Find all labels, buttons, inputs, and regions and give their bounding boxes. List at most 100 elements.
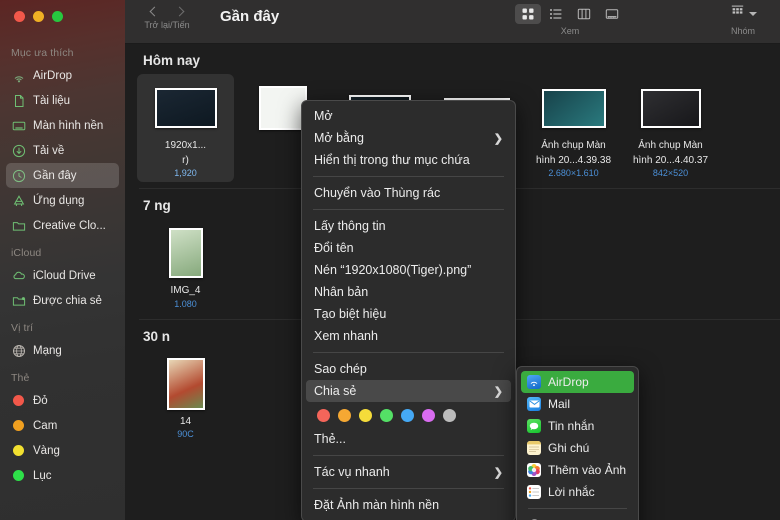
- tag-color-gray[interactable]: [443, 409, 456, 422]
- nav-caption: Trở lại/Tiến: [144, 20, 190, 30]
- tag-dot-icon: [11, 393, 26, 408]
- tag-color-blue[interactable]: [401, 409, 414, 422]
- file-tile[interactable]: 1920x1... r) 1,920: [137, 74, 234, 182]
- tag-dot-icon: [11, 443, 26, 458]
- sidebar-item-recents[interactable]: Gần đây: [6, 163, 119, 188]
- airdrop-app-icon: [527, 375, 541, 389]
- sidebar-tag-green[interactable]: Lục: [6, 463, 119, 488]
- sidebar-item-label: Vàng: [33, 444, 60, 457]
- menu-item-label: Đổi tên: [314, 241, 354, 255]
- menu-item-set-desktop-picture[interactable]: Đặt Ảnh màn hình nền: [306, 494, 511, 516]
- menu-item-tags[interactable]: Thẻ...: [306, 428, 511, 450]
- mail-app-icon: [527, 397, 541, 411]
- share-item-more[interactable]: Thêm...: [521, 514, 634, 520]
- share-item-notes[interactable]: Ghi chú: [521, 437, 634, 459]
- gallery-view-button[interactable]: [599, 4, 625, 24]
- group-caption: Nhóm: [730, 26, 755, 36]
- file-tile[interactable]: 14 90C: [137, 350, 234, 444]
- sidebar-item-label: Được chia sẻ: [33, 294, 102, 307]
- sidebar-item-applications[interactable]: Ứng dụng: [6, 188, 119, 213]
- sidebar-item-network[interactable]: Mạng: [6, 338, 119, 363]
- notes-app-icon: [527, 441, 541, 455]
- menu-item-label: Tạo biệt hiệu: [314, 307, 387, 321]
- sidebar-tag-yellow[interactable]: Vàng: [6, 438, 119, 463]
- tag-color-red[interactable]: [317, 409, 330, 422]
- menu-item-open-with[interactable]: Mở bằng ❯: [306, 127, 511, 149]
- network-globe-icon: [11, 343, 26, 358]
- tag-color-purple[interactable]: [422, 409, 435, 422]
- menu-item-show-in-enclosing-folder[interactable]: Hiển thị trong thư mục chứa: [306, 149, 511, 171]
- icon-view-button[interactable]: [515, 4, 541, 24]
- menu-item-open[interactable]: Mở: [306, 105, 511, 127]
- menu-separator: [313, 209, 504, 210]
- downloads-icon: [11, 143, 26, 158]
- menu-separator: [313, 455, 504, 456]
- tag-color-yellow[interactable]: [359, 409, 372, 422]
- share-item-messages[interactable]: Tin nhắn: [521, 415, 634, 437]
- view-group: Xem: [510, 4, 630, 36]
- menu-item-quick-look[interactable]: Xem nhanh: [306, 325, 511, 347]
- column-view-button[interactable]: [571, 4, 597, 24]
- sidebar-item-icloud-drive[interactable]: iCloud Drive: [6, 263, 119, 288]
- file-name: Ảnh chụp Màn: [638, 140, 703, 151]
- share-item-label: AirDrop: [548, 375, 589, 389]
- sidebar-tag-orange[interactable]: Cam: [6, 413, 119, 438]
- document-icon: [11, 93, 26, 108]
- file-tile[interactable]: Ảnh chụp Màn hình 20...4.40.37 842×520: [622, 74, 719, 182]
- share-item-airdrop[interactable]: AirDrop: [521, 371, 634, 393]
- chevron-right-icon: ❯: [493, 385, 503, 398]
- menu-item-move-to-trash[interactable]: Chuyển vào Thùng rác: [306, 182, 511, 204]
- sidebar-item-airdrop[interactable]: AirDrop: [6, 63, 119, 88]
- menu-item-label: Sao chép: [314, 362, 367, 376]
- menu-item-label: Chia sẻ: [314, 384, 357, 398]
- file-name-line2: hình 20...4.40.37: [632, 154, 709, 166]
- menu-item-rename[interactable]: Đổi tên: [306, 237, 511, 259]
- cloud-icon: [11, 268, 26, 283]
- menu-item-duplicate[interactable]: Nhân bản: [306, 281, 511, 303]
- menu-item-label: Mở bằng: [314, 131, 364, 145]
- sidebar-item-label: Lục: [33, 469, 52, 482]
- share-item-add-to-photos[interactable]: Thêm vào Ảnh: [521, 459, 634, 481]
- share-submenu[interactable]: AirDrop Mail Tin nhắn Ghi chú Thêm vào Ả…: [516, 366, 639, 520]
- minimize-button[interactable]: [33, 11, 44, 22]
- forward-button[interactable]: [174, 6, 186, 18]
- menu-item-quick-actions[interactable]: Tác vụ nhanh ❯: [306, 461, 511, 483]
- chevron-down-icon[interactable]: [748, 12, 757, 16]
- section-header-today: Hôm nay: [143, 53, 201, 68]
- sidebar-item-desktop[interactable]: Màn hình nền: [6, 113, 119, 138]
- thumbnail: [140, 79, 231, 137]
- sidebar-tag-red[interactable]: Đỏ: [6, 388, 119, 413]
- menu-item-copy[interactable]: Sao chép: [306, 358, 511, 380]
- close-button[interactable]: [14, 11, 25, 22]
- file-name-line2: r): [182, 154, 189, 166]
- context-menu[interactable]: Mở Mở bằng ❯ Hiển thị trong thư mục chứa…: [301, 100, 516, 520]
- menu-item-get-info[interactable]: Lấy thông tin: [306, 215, 511, 237]
- menu-item-share[interactable]: Chia sẻ ❯: [306, 380, 511, 402]
- share-item-label: Lời nhắc: [548, 485, 595, 499]
- zoom-button[interactable]: [52, 11, 63, 22]
- file-tile[interactable]: IMG_4 1.080: [137, 219, 234, 313]
- group-by-icon[interactable]: [730, 4, 745, 24]
- messages-app-icon: [527, 419, 541, 433]
- share-item-mail[interactable]: Mail: [521, 393, 634, 415]
- back-button[interactable]: [148, 6, 160, 18]
- sidebar-item-documents[interactable]: Tài liệu: [6, 88, 119, 113]
- toolbar: Trở lại/Tiến Gần đây Xem Nhóm: [125, 0, 780, 44]
- share-item-label: Mail: [548, 397, 571, 411]
- file-dimensions: 1.080: [174, 298, 197, 309]
- sidebar-item-shared[interactable]: Được chia sẻ: [6, 288, 119, 313]
- menu-item-make-alias[interactable]: Tạo biệt hiệu: [306, 303, 511, 325]
- tag-color-orange[interactable]: [338, 409, 351, 422]
- sidebar-item-creative-cloud[interactable]: Creative Clo...: [6, 213, 119, 238]
- tag-color-green[interactable]: [380, 409, 393, 422]
- file-tile[interactable]: Ảnh chụp Màn hình 20...4.39.38 2.680×1.6…: [525, 74, 622, 182]
- tag-dot-icon: [11, 468, 26, 483]
- sidebar-item-label: Tải về: [33, 144, 65, 157]
- sidebar-item-downloads[interactable]: Tải về: [6, 138, 119, 163]
- sidebar-item-label: Màn hình nền: [33, 119, 104, 132]
- list-view-button[interactable]: [543, 4, 569, 24]
- menu-item-compress[interactable]: Nén “1920x1080(Tiger).png”: [306, 259, 511, 281]
- share-item-label: Ghi chú: [548, 441, 590, 455]
- share-item-reminders[interactable]: Lời nhắc: [521, 481, 634, 503]
- reminders-app-icon: [527, 485, 541, 499]
